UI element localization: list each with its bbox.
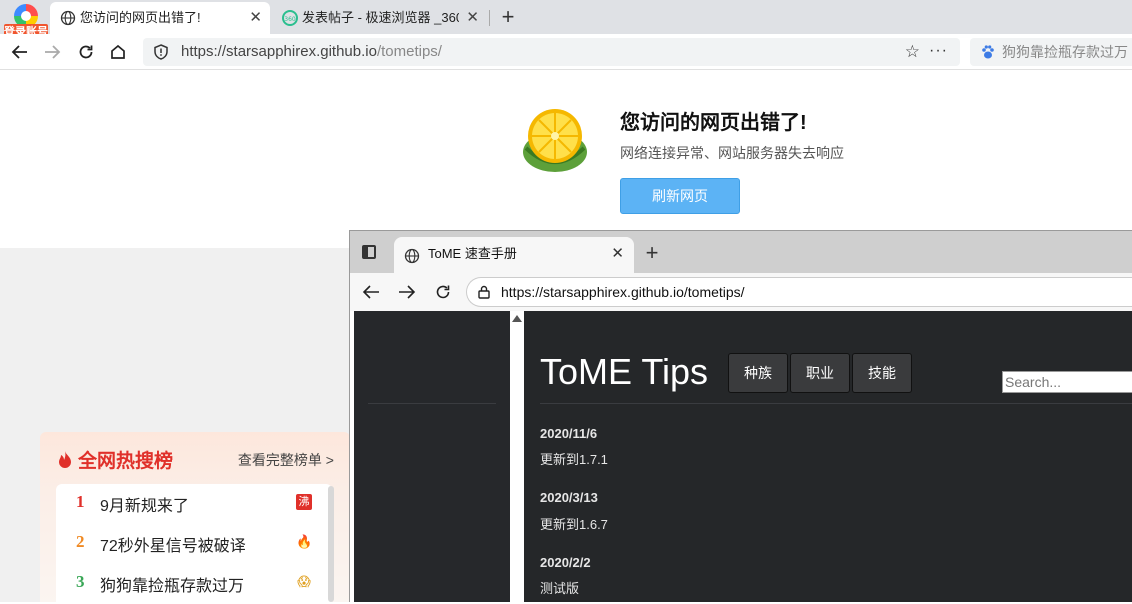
inner-tab-bar: ToME 速查手册 ✕ +: [350, 231, 1132, 273]
forward-button[interactable]: [392, 277, 422, 307]
tab-post-thread[interactable]: 360 发表帖子 - 极速浏览器 _360社区 ✕: [272, 2, 487, 34]
list-item[interactable]: 3 狗狗靠捡瓶存款过万 😱: [56, 564, 332, 604]
reload-icon: [436, 285, 450, 299]
boiling-badge: 沸: [296, 494, 312, 510]
tab-error-page[interactable]: 您访问的网页出错了! ✕: [50, 2, 270, 34]
header-divider: [540, 403, 1132, 404]
tab-title: 发表帖子 - 极速浏览器 _360社区: [302, 10, 459, 25]
news-text: 更新到1.6.7: [540, 517, 608, 532]
news-date: 2020/2/2: [540, 555, 591, 570]
main-content: ToME Tips 种族 职业 技能 Search... 2020/11/6 更…: [524, 311, 1132, 602]
news-text: 更新到1.7.1: [540, 452, 608, 467]
address-url: https://starsapphirex.github.io/tometips…: [181, 38, 442, 66]
search-input[interactable]: Search...: [1002, 371, 1132, 393]
view-full-list-link[interactable]: 查看完整榜单 >: [238, 450, 334, 470]
rank-number: 2: [76, 532, 85, 551]
more-icon[interactable]: ···: [929, 38, 948, 64]
url-path: /tometips/: [376, 43, 442, 60]
baidu-paw-icon: [982, 45, 994, 59]
search-box[interactable]: 狗狗靠捡瓶存款过万: [970, 38, 1132, 66]
sidebar-divider: [368, 403, 496, 404]
error-subtitle: 网络连接异常、网站服务器失去响应: [620, 145, 844, 161]
url-host: https://starsapphirex.github.io: [181, 43, 377, 60]
list-item[interactable]: 1 9月新规来了 沸: [56, 484, 332, 524]
back-button[interactable]: [6, 38, 34, 66]
inner-nav-bar: https://starsapphirex.github.io/tometips…: [350, 273, 1132, 311]
tome-page: ToME Tips 种族 职业 技能 Search... 2020/11/6 更…: [354, 311, 1132, 602]
lock-icon: [478, 285, 490, 299]
tab-tome-tips[interactable]: ToME 速查手册 ✕: [394, 237, 634, 273]
hot-list: 1 9月新规来了 沸 2 72秒外星信号被破译 🔥 3 狗狗靠捡瓶存款过万 😱: [56, 484, 332, 602]
hot-search-card: 全网热搜榜 查看完整榜单 > 1 9月新规来了 沸 2 72秒外星信号被破译 🔥…: [40, 432, 350, 602]
inner-browser-window: ToME 速查手册 ✕ + https://starsapphirex.gith…: [349, 230, 1132, 602]
window-icon[interactable]: [362, 245, 376, 259]
new-tab-button[interactable]: +: [640, 237, 664, 269]
home-button[interactable]: [104, 38, 132, 66]
back-arrow-icon: [362, 285, 379, 299]
home-icon: [111, 44, 125, 59]
globe-icon: [60, 10, 76, 26]
forward-arrow-icon: [399, 285, 416, 299]
nav-classes-button[interactable]: 职业: [790, 353, 850, 393]
reload-icon: [79, 45, 93, 59]
hot-list-title: 全网热搜榜: [56, 446, 173, 473]
scroll-up-icon[interactable]: [512, 315, 522, 322]
close-tab-icon[interactable]: ✕: [249, 2, 262, 34]
back-arrow-icon: [11, 45, 27, 59]
forward-button[interactable]: [38, 38, 66, 66]
hot-list-scrollbar[interactable]: [328, 486, 334, 602]
fire-icon: [59, 451, 71, 468]
news-date: 2020/11/6: [540, 426, 598, 441]
address-bar[interactable]: https://starsapphirex.github.io/tometips…: [143, 38, 960, 66]
list-item[interactable]: 2 72秒外星信号被破译 🔥: [56, 524, 332, 564]
360-logo-icon: 360: [282, 10, 298, 26]
left-sidebar: [354, 311, 510, 602]
news-text: 测试版: [540, 581, 580, 596]
sidebar-scrollbar[interactable]: [510, 311, 524, 602]
svg-text:360: 360: [284, 16, 296, 23]
refresh-button[interactable]: 刷新网页: [620, 178, 740, 214]
lemon-melon-icon: [523, 109, 587, 172]
shocked-face-icon: 😱: [297, 574, 311, 589]
nav-races-button[interactable]: 种族: [728, 353, 788, 393]
hot-item-text: 9月新规来了: [100, 498, 189, 515]
hot-item-text: 72秒外星信号被破译: [100, 538, 246, 555]
fire-badge-icon: 🔥: [296, 534, 313, 549]
shield-icon: [154, 44, 168, 60]
inner-address-bar[interactable]: https://starsapphirex.github.io/tometips…: [466, 277, 1132, 307]
globe-icon: [404, 248, 420, 264]
rank-number: 3: [76, 572, 85, 591]
outer-tab-bar: 登录账号 您访问的网页出错了! ✕ 360 发表帖子 - 极速浏览器 _360社…: [0, 0, 1132, 40]
new-tab-button[interactable]: +: [494, 2, 522, 32]
nav-skills-button[interactable]: 技能: [852, 353, 912, 393]
error-title: 您访问的网页出错了!: [620, 112, 807, 134]
tab-title: 您访问的网页出错了!: [80, 10, 201, 25]
site-title[interactable]: ToME Tips: [540, 351, 708, 393]
hot-list-title-text: 全网热搜榜: [78, 451, 174, 472]
inner-url: https://starsapphirex.github.io/tometips…: [501, 284, 745, 300]
close-tab-icon[interactable]: ✕: [466, 2, 479, 34]
outer-nav-bar: https://starsapphirex.github.io/tometips…: [0, 34, 1132, 70]
search-text: 狗狗靠捡瓶存款过万: [1002, 44, 1128, 60]
back-button[interactable]: [356, 277, 386, 307]
reload-button[interactable]: [72, 38, 100, 66]
news-date: 2020/3/13: [540, 490, 598, 505]
forward-arrow-icon: [45, 45, 61, 59]
tab-title: ToME 速查手册: [428, 246, 517, 261]
close-tab-icon[interactable]: ✕: [611, 237, 624, 271]
reload-button[interactable]: [428, 277, 458, 307]
rank-number: 1: [76, 492, 85, 511]
hot-item-text: 狗狗靠捡瓶存款过万: [100, 578, 245, 595]
star-icon[interactable]: ☆: [905, 38, 920, 66]
tab-separator: [489, 10, 490, 26]
